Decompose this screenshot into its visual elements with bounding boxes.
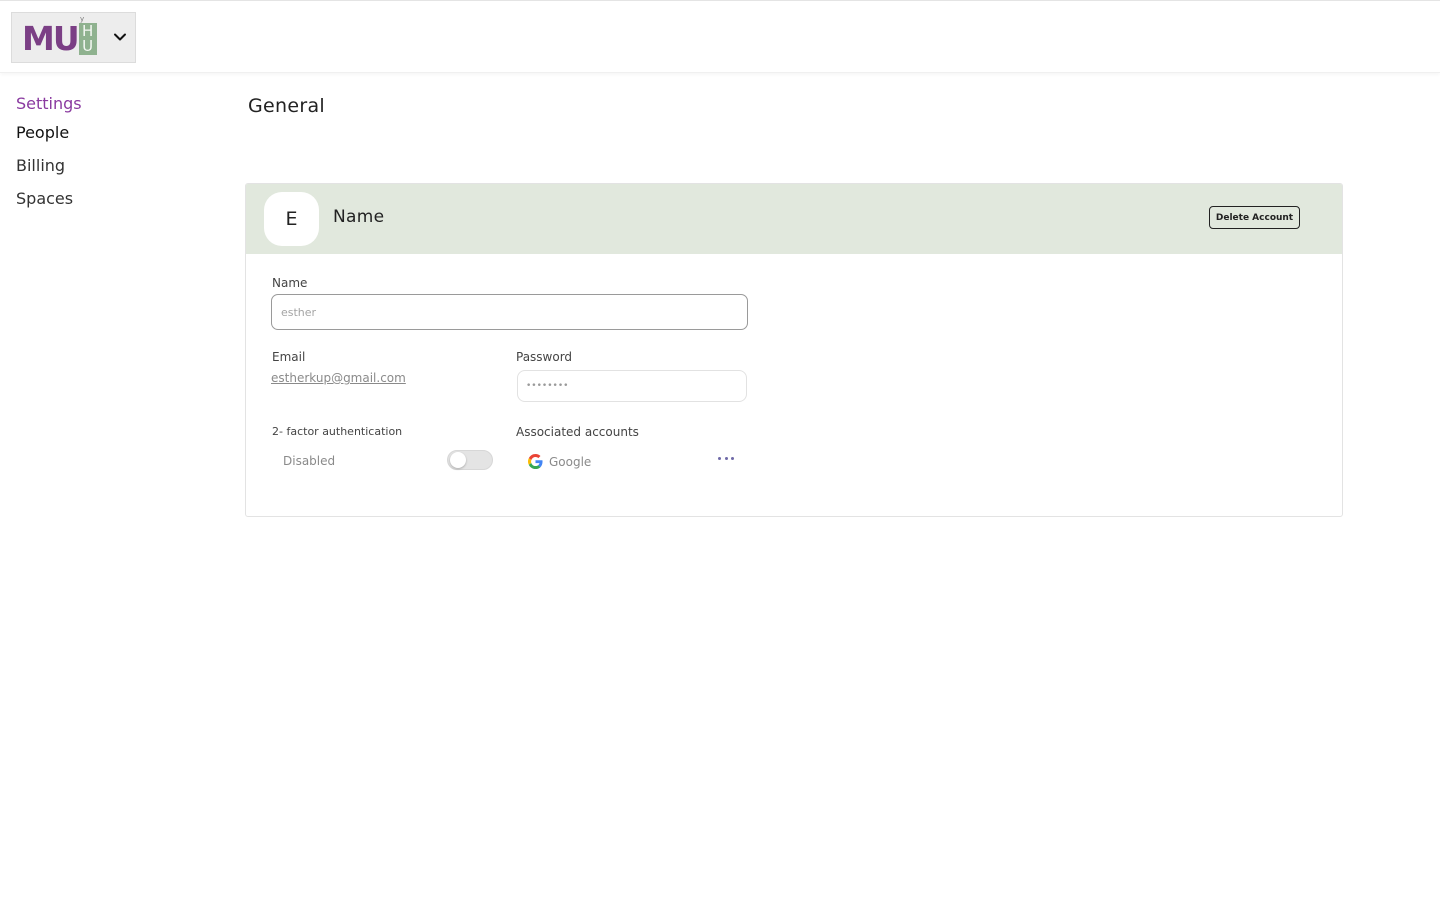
password-input[interactable] (517, 370, 747, 402)
more-dot (724, 456, 728, 460)
more-dot (718, 456, 721, 460)
profile-card-header: E Name Delete Account (246, 184, 1342, 254)
profile-name-heading: Name (333, 207, 385, 227)
logo-box: H U (78, 23, 97, 55)
name-input[interactable] (271, 294, 748, 330)
sidebar-item-billing[interactable]: Billing (16, 156, 65, 176)
password-label: Password (516, 350, 573, 364)
profile-card: E Name Delete Account Name Email estherk… (245, 183, 1343, 517)
avatar: E (264, 192, 319, 246)
email-value[interactable]: estherkup@gmail.com (271, 371, 406, 385)
more-horizontal-icon[interactable] (718, 452, 734, 464)
two-factor-toggle[interactable] (447, 450, 493, 470)
logo-mark: y (80, 15, 85, 23)
toggle-knob (450, 452, 466, 468)
logo-box-letter: U (82, 37, 94, 55)
delete-account-button[interactable]: Delete Account (1209, 206, 1300, 229)
associated-accounts-label: Associated accounts (516, 425, 639, 439)
sidebar-item-settings[interactable]: Settings (16, 94, 82, 114)
google-icon (528, 454, 543, 469)
associated-account-google: Google (528, 454, 591, 469)
brand-logo: MU H U y (22, 15, 104, 58)
top-bar: MU H U y (0, 0, 1440, 73)
sidebar-item-spaces[interactable]: Spaces (16, 189, 73, 209)
two-factor-status: Disabled (283, 454, 336, 468)
chevron-down-icon[interactable] (112, 29, 128, 45)
google-account-label: Google (549, 454, 592, 469)
sidebar-item-people[interactable]: People (16, 123, 69, 143)
logo-text: MU (22, 19, 80, 58)
page-title: General (248, 95, 325, 117)
two-factor-label: 2- factor authentication (272, 425, 403, 438)
email-label: Email (272, 350, 306, 364)
workspace-switcher[interactable]: MU H U y (11, 12, 136, 63)
more-dot (731, 456, 734, 460)
name-label: Name (272, 276, 308, 290)
